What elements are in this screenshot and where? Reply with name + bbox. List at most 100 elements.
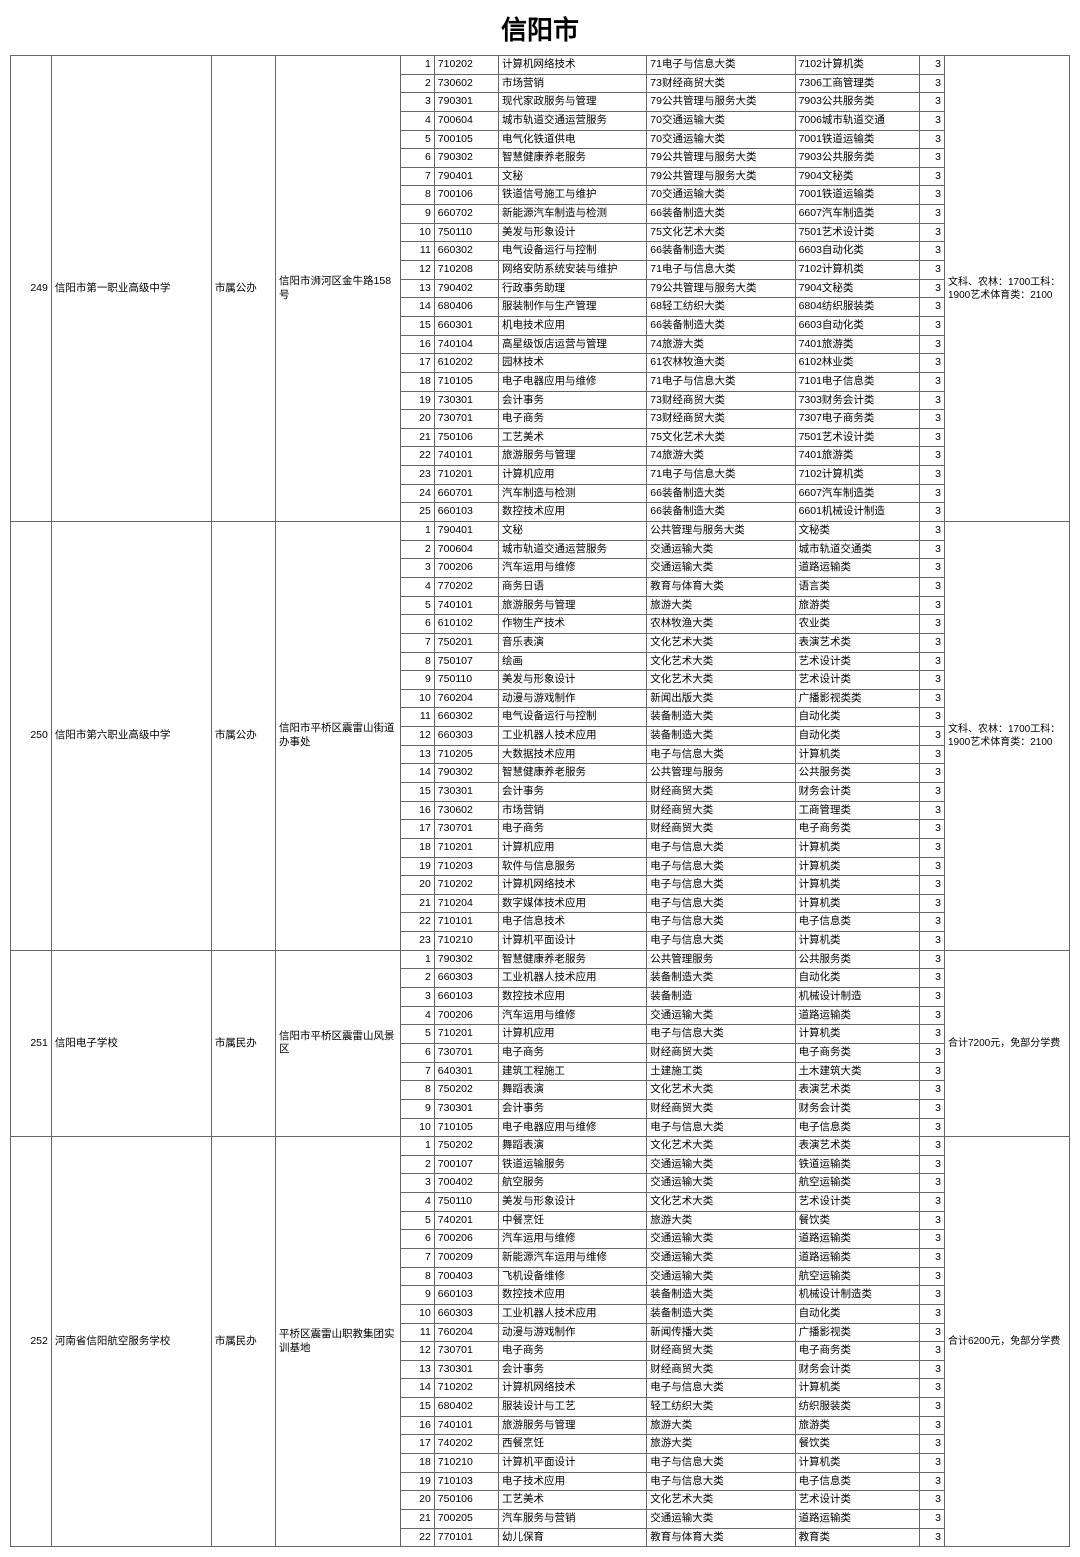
major-name: 计算机平面设计	[499, 932, 647, 951]
row-num: 6	[400, 1230, 434, 1249]
major-name: 电子商务	[499, 1043, 647, 1062]
category-2: 电子商务类	[795, 1342, 920, 1361]
major-code: 710210	[434, 1454, 498, 1473]
row-num: 20	[400, 1491, 434, 1510]
major-code: 730301	[434, 1099, 498, 1118]
row-num: 10	[400, 1118, 434, 1137]
major-name: 电子电器应用与维修	[499, 1118, 647, 1137]
major-code: 740201	[434, 1211, 498, 1230]
major-name: 航空服务	[499, 1174, 647, 1193]
major-name: 文秘	[499, 167, 647, 186]
years: 3	[920, 1193, 945, 1212]
major-code: 660103	[434, 503, 498, 522]
row-num: 21	[400, 894, 434, 913]
major-name: 园林技术	[499, 354, 647, 373]
major-code: 790302	[434, 950, 498, 969]
major-code: 700403	[434, 1267, 498, 1286]
major-name: 美发与形象设计	[499, 671, 647, 690]
row-num: 6	[400, 615, 434, 634]
category-2: 铁道运输类	[795, 1155, 920, 1174]
major-code: 710204	[434, 894, 498, 913]
major-code: 700402	[434, 1174, 498, 1193]
category-2: 道路运输类	[795, 1006, 920, 1025]
category-2: 7001铁道运输类	[795, 186, 920, 205]
years: 3	[920, 1174, 945, 1193]
major-name: 电气设备运行与控制	[499, 708, 647, 727]
category-1: 70交通运输大类	[647, 111, 795, 130]
category-2: 自动化类	[795, 727, 920, 746]
category-1: 交通运输大类	[647, 1006, 795, 1025]
row-num: 20	[400, 876, 434, 895]
major-name: 电气设备运行与控制	[499, 242, 647, 261]
major-code: 660303	[434, 969, 498, 988]
category-1: 71电子与信息大类	[647, 372, 795, 391]
category-1: 79公共管理与服务大类	[647, 93, 795, 112]
major-name: 工业机器人技术应用	[499, 727, 647, 746]
major-code: 740101	[434, 1416, 498, 1435]
category-1: 文化艺术大类	[647, 1491, 795, 1510]
major-name: 现代家政服务与管理	[499, 93, 647, 112]
category-1: 装备制造大类	[647, 727, 795, 746]
years: 3	[920, 335, 945, 354]
years: 3	[920, 93, 945, 112]
category-2: 7501艺术设计类	[795, 223, 920, 242]
school-type: 市属公办	[211, 522, 275, 951]
major-name: 计算机应用	[499, 466, 647, 485]
major-code: 660301	[434, 316, 498, 335]
category-2: 计算机类	[795, 876, 920, 895]
major-name: 飞机设备维修	[499, 1267, 647, 1286]
category-2: 7102计算机类	[795, 261, 920, 280]
row-num: 25	[400, 503, 434, 522]
row-num: 18	[400, 838, 434, 857]
row-num: 22	[400, 1528, 434, 1547]
major-name: 软件与信息服务	[499, 857, 647, 876]
category-1: 财经商贸大类	[647, 1342, 795, 1361]
school-seq: 251	[11, 950, 52, 1136]
category-2: 公共服务类	[795, 764, 920, 783]
major-name: 铁道运输服务	[499, 1155, 647, 1174]
major-name: 计算机网络技术	[499, 1379, 647, 1398]
row-num: 9	[400, 671, 434, 690]
major-code: 660302	[434, 708, 498, 727]
category-1: 66装备制造大类	[647, 205, 795, 224]
years: 3	[920, 727, 945, 746]
category-1: 73财经商贸大类	[647, 410, 795, 429]
category-2: 计算机类	[795, 857, 920, 876]
category-1: 73财经商贸大类	[647, 391, 795, 410]
category-1: 文化艺术大类	[647, 1081, 795, 1100]
row-num: 11	[400, 242, 434, 261]
major-name: 电子电器应用与维修	[499, 372, 647, 391]
years: 3	[920, 223, 945, 242]
school-note: 文科、农林：1700工科：1900艺术体育类：2100	[945, 522, 1070, 951]
category-2: 自动化类	[795, 708, 920, 727]
major-code: 700105	[434, 130, 498, 149]
major-name: 服装制作与生产管理	[499, 298, 647, 317]
major-name: 数控技术应用	[499, 503, 647, 522]
row-num: 6	[400, 149, 434, 168]
category-1: 装备制造	[647, 988, 795, 1007]
category-1: 财经商贸大类	[647, 801, 795, 820]
major-name: 商务日语	[499, 577, 647, 596]
category-2: 广播影视类	[795, 1323, 920, 1342]
category-2: 道路运输类	[795, 1249, 920, 1268]
row-num: 20	[400, 410, 434, 429]
years: 3	[920, 1342, 945, 1361]
major-name: 汽车制造与检测	[499, 484, 647, 503]
years: 3	[920, 838, 945, 857]
school-seq: 250	[11, 522, 52, 951]
major-name: 计算机平面设计	[499, 1454, 647, 1473]
row-num: 7	[400, 167, 434, 186]
years: 3	[920, 1137, 945, 1156]
years: 3	[920, 484, 945, 503]
major-code: 710105	[434, 1118, 498, 1137]
years: 3	[920, 1249, 945, 1268]
category-1: 交通运输大类	[647, 559, 795, 578]
category-2: 表演艺术类	[795, 1137, 920, 1156]
category-2: 机械设计制造	[795, 988, 920, 1007]
major-name: 城市轨道交通运营服务	[499, 111, 647, 130]
major-name: 美发与形象设计	[499, 223, 647, 242]
category-1: 70交通运输大类	[647, 130, 795, 149]
row-num: 1	[400, 950, 434, 969]
category-1: 79公共管理与服务大类	[647, 149, 795, 168]
category-2: 7101电子信息类	[795, 372, 920, 391]
